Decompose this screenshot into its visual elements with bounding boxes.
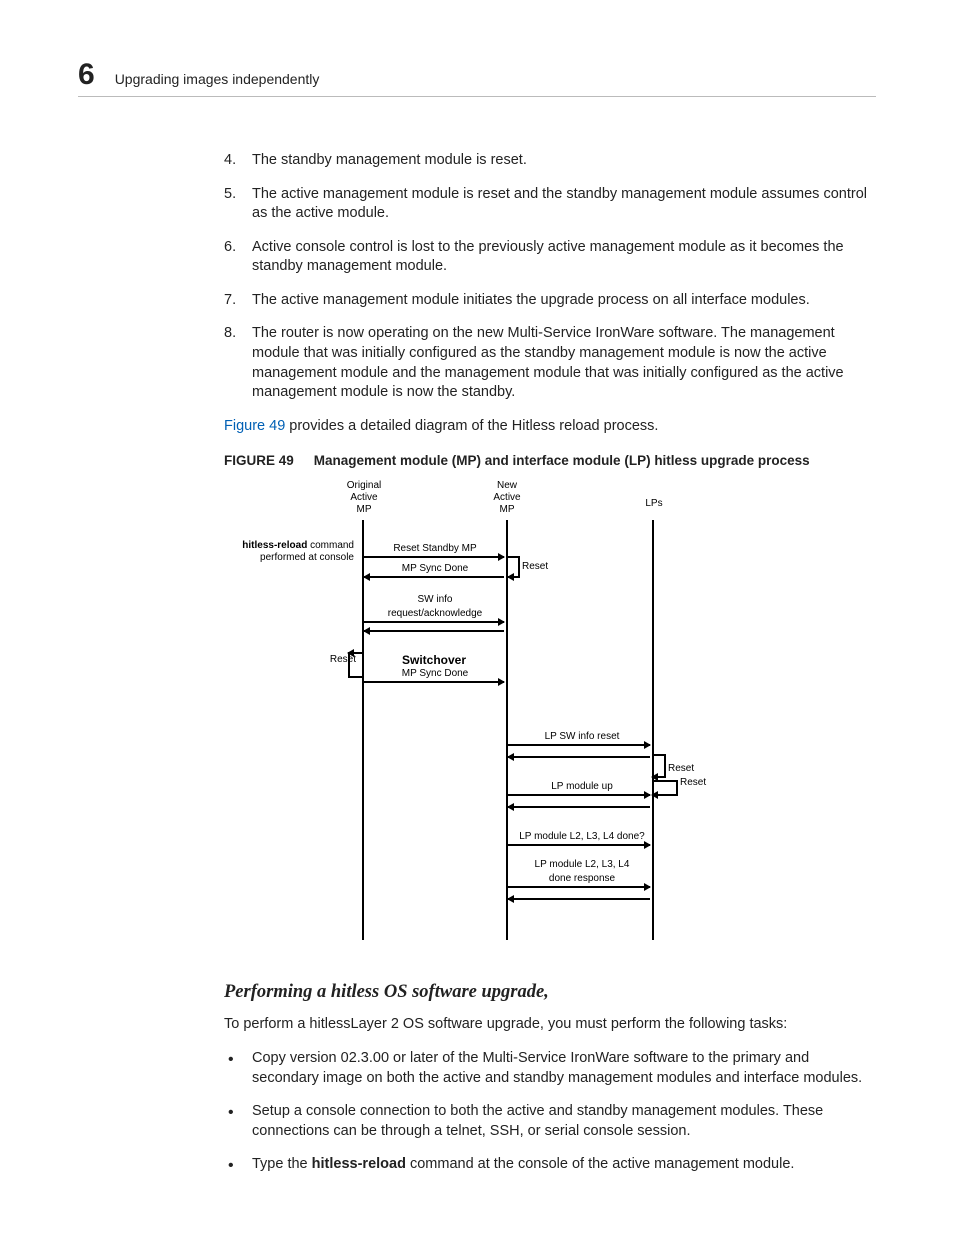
bullet-text: Setup a console connection to both the a… [252,1103,823,1139]
figure-caption: FIGURE 49 Management module (MP) and inte… [224,452,876,470]
console-note: hitless-reload command performed at cons… [204,540,354,564]
arrow-right-icon [364,556,504,558]
step-item: 5. The active management module is reset … [224,185,876,224]
arrow-right-icon [364,681,504,683]
task-bullets: Copy version 02.3.00 or later of the Mul… [224,1049,876,1175]
step-text: Active console control is lost to the pr… [252,239,844,275]
bullet-text: Copy version 02.3.00 or later of the Mul… [252,1050,862,1086]
chapter-number: 6 [78,58,95,92]
arrow-left-icon [652,794,678,796]
step-number: 7. [224,291,236,311]
arrow-left-icon [508,898,650,900]
arrow-right-icon [508,844,650,846]
arrow-right-icon [508,794,650,796]
msg-reset-standby-mp: Reset Standby MP [369,542,501,556]
connector-h [348,676,362,678]
connector-h [654,754,664,756]
msg-mp-sync-done-2: MP Sync Done [369,667,501,681]
arrow-right-icon [508,744,650,746]
step-text: The router is now operating on the new M… [252,325,844,400]
step-item: 4. The standby management module is reset… [224,151,876,171]
bullet-item: Copy version 02.3.00 or later of the Mul… [224,1049,876,1088]
lifeline-original-mp [362,520,364,940]
step-text: The active management module is reset an… [252,186,867,222]
msg-switchover: Switchover [374,652,494,668]
figure-reference-text: provides a detailed diagram of the Hitle… [285,418,658,434]
connector-v [518,556,520,576]
lifeline-lps [652,520,654,940]
arrow-left-icon [364,630,504,632]
lifeline-header-new-mp: New Active MP [467,480,547,516]
figure-label: FIGURE 49 [224,453,294,468]
figure-cross-reference-link[interactable]: Figure 49 [224,418,285,434]
msg-reset-4: Reset [680,776,706,790]
bullet-text-bold: hitless-reload [312,1156,406,1172]
arrow-left-icon [508,806,650,808]
figure-reference-paragraph: Figure 49 provides a detailed diagram of… [224,417,876,437]
section-heading: Performing a hitless OS software upgrade… [224,980,876,1005]
arrow-right-icon [508,886,650,888]
connector-v [664,754,666,776]
console-note-command: hitless-reload [242,540,307,551]
figure-title: Management module (MP) and interface mod… [314,453,810,468]
step-item: 6. Active console control is lost to the … [224,238,876,277]
step-text: The standby management module is reset. [252,152,527,168]
step-number: 8. [224,324,236,344]
bullet-text-pre: Type the [252,1156,312,1172]
step-item: 7. The active management module initiates… [224,291,876,311]
msg-lp-done-response: LP module L2, L3, L4 done response [512,858,652,885]
msg-reset-3: Reset [668,762,694,776]
lifeline-new-mp [506,520,508,940]
bullet-item: Setup a console connection to both the a… [224,1102,876,1141]
arrow-right-icon [364,621,504,623]
connector-h [654,780,676,782]
msg-lp-sw-info-reset: LP SW info reset [512,730,652,744]
bullet-text-post: command at the console of the active man… [406,1156,795,1172]
step-item: 8. The router is now operating on the new… [224,324,876,402]
msg-sw-info: SW info request/acknowledge [369,593,501,620]
msg-lp-done-question: LP module L2, L3, L4 done? [502,830,662,844]
sequence-diagram: Original Active MP New Active MP LPs hit… [244,480,744,950]
step-text: The active management module initiates t… [252,292,810,308]
arrow-left-icon [652,776,666,778]
section-intro: To perform a hitlessLayer 2 OS software … [224,1015,876,1035]
bullet-item: Type the hitless-reload command at the c… [224,1155,876,1175]
msg-reset-1: Reset [522,560,548,574]
lifeline-header-lps: LPs [614,498,694,510]
header-title: Upgrading images independently [115,71,320,87]
step-number: 6. [224,238,236,258]
numbered-steps: 4. The standby management module is reset… [224,151,876,403]
page-header: 6 Upgrading images independently [78,58,876,97]
arrow-left-icon [508,756,650,758]
connector-v [348,652,350,676]
connector-h [508,556,518,558]
step-number: 4. [224,151,236,171]
msg-mp-sync-done-1: MP Sync Done [369,562,501,576]
lifeline-header-original-mp: Original Active MP [324,480,404,516]
arrow-left-icon [508,576,520,578]
arrow-left-icon [348,652,362,654]
arrow-left-icon [364,576,504,578]
document-page: 6 Upgrading images independently 4. The s… [0,0,954,1235]
step-number: 5. [224,185,236,205]
page-content: 4. The standby management module is reset… [224,151,876,1175]
connector-v [676,780,678,794]
msg-lp-module-up: LP module up [512,780,652,794]
